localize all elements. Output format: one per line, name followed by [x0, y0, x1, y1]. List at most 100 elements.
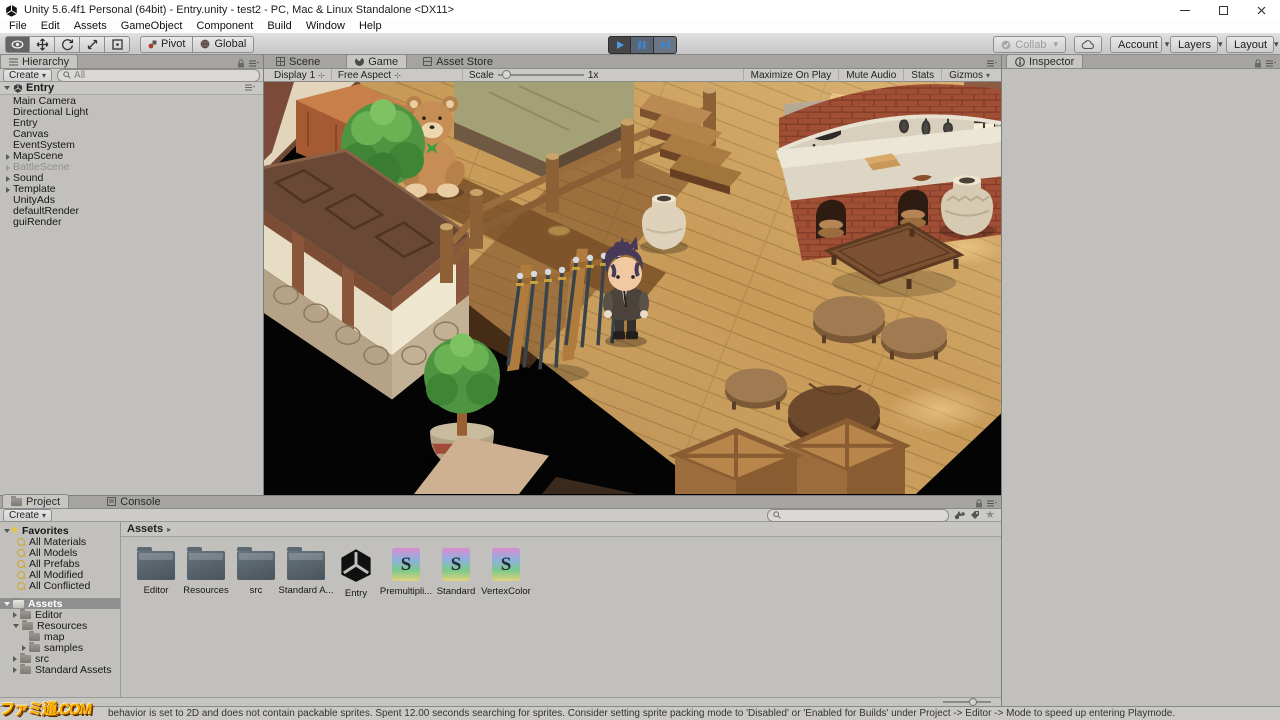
project-search-input[interactable]: [767, 508, 950, 522]
panel-menu-icon[interactable]: [987, 60, 997, 68]
play-button[interactable]: [608, 36, 631, 54]
tab-asset-store[interactable]: Asset Store: [415, 55, 501, 68]
cloud-button[interactable]: [1074, 36, 1102, 53]
status-bar[interactable]: behavior is set to 2D and does not conta…: [0, 706, 1280, 720]
project-assets-pane: Assets ▸ Editor Resources src Standard A...…: [121, 522, 1001, 697]
folder-icon: [237, 547, 275, 580]
expand-arrow-icon: [6, 186, 10, 193]
search-by-label-icon[interactable]: [970, 510, 980, 520]
game-scene: [264, 82, 1001, 495]
tab-hierarchy[interactable]: Hierarchy: [0, 54, 79, 68]
tab-console[interactable]: Console: [99, 495, 168, 508]
project-tree-item[interactable]: Standard Assets: [0, 663, 120, 676]
favorites-root[interactable]: ★ Favorites: [0, 525, 120, 537]
asset-item[interactable]: src: [231, 545, 281, 599]
slider-knob[interactable]: [969, 698, 977, 706]
layers-dropdown[interactable]: Layers: [1170, 36, 1218, 53]
project-tab-icon: [11, 495, 22, 506]
pivot-toggle[interactable]: Pivot: [140, 35, 194, 53]
scene-name: Entry: [26, 82, 55, 94]
rotate-tool-button[interactable]: [55, 35, 80, 53]
collab-dropdown[interactable]: Collab: [993, 36, 1066, 53]
menu-item[interactable]: Edit: [34, 20, 67, 33]
assets-root[interactable]: Assets: [0, 597, 120, 610]
mute-audio-toggle[interactable]: Mute Audio: [838, 68, 903, 82]
hand-tool-button[interactable]: [5, 35, 30, 53]
watermark-logo: ファミ通.COM: [0, 701, 92, 718]
thumbnail-size-slider[interactable]: [943, 698, 991, 706]
panel-menu-icon[interactable]: [987, 500, 997, 508]
pause-button[interactable]: [631, 36, 654, 54]
project-tree-item[interactable]: Editor: [0, 608, 120, 621]
folder-icon: [29, 630, 40, 641]
asset-item[interactable]: Resources: [181, 545, 231, 599]
display-dropdown[interactable]: Display 1: [268, 68, 332, 82]
asset-item[interactable]: Standard A...: [279, 545, 333, 599]
asset-item[interactable]: S Premultipli...: [380, 545, 432, 599]
scene-header[interactable]: Entry: [0, 82, 263, 95]
favorite-item[interactable]: All Materials: [0, 536, 120, 548]
scale-slider-knob[interactable]: [501, 70, 511, 79]
tab-project[interactable]: Project: [2, 494, 70, 508]
hierarchy-create-button[interactable]: Create: [3, 68, 53, 82]
menu-item[interactable]: Assets: [67, 20, 114, 33]
search-by-type-icon[interactable]: [954, 510, 965, 520]
expand-arrow-icon: [6, 164, 10, 171]
asset-item[interactable]: Editor: [131, 545, 181, 599]
account-dropdown[interactable]: Account: [1110, 36, 1162, 53]
favorites-filter-icon[interactable]: ★: [985, 510, 995, 521]
expand-arrow-icon: [4, 601, 10, 606]
asset-item[interactable]: S Standard: [431, 545, 481, 599]
scene-menu-icon[interactable]: [245, 84, 255, 92]
maximize-button[interactable]: [1204, 0, 1242, 20]
favorite-item[interactable]: All Models: [0, 547, 120, 559]
aspect-dropdown[interactable]: Free Aspect: [332, 68, 463, 82]
scale-tool-button[interactable]: [80, 35, 105, 53]
globe-icon: [201, 39, 210, 49]
gizmos-dropdown[interactable]: Gizmos ▾: [941, 68, 997, 82]
folder-icon: [187, 547, 225, 580]
menu-item[interactable]: Window: [299, 20, 352, 33]
lock-icon[interactable]: [975, 499, 983, 508]
project-create-button[interactable]: Create: [3, 508, 53, 522]
scale-slider[interactable]: [497, 70, 584, 79]
minimize-button[interactable]: [1166, 0, 1204, 20]
menu-item[interactable]: Help: [352, 20, 389, 33]
layout-dropdown[interactable]: Layout: [1226, 36, 1274, 53]
panel-menu-icon[interactable]: [249, 60, 259, 68]
tab-game[interactable]: Game: [346, 54, 408, 68]
hierarchy-item[interactable]: guiRender: [0, 217, 263, 228]
viewport-panel: Scene Game Asset Store Display 1 Free As…: [264, 54, 1001, 495]
tab-scene[interactable]: Scene: [268, 55, 328, 68]
favorite-item[interactable]: All Conflicted: [0, 580, 120, 592]
menu-item[interactable]: Build: [260, 20, 298, 33]
lock-icon[interactable]: [1254, 59, 1262, 68]
close-button[interactable]: [1242, 0, 1280, 20]
step-button[interactable]: [654, 36, 677, 54]
menu-item[interactable]: File: [2, 20, 34, 33]
asset-item[interactable]: S VertexColor: [481, 545, 531, 599]
asset-item[interactable]: Entry: [331, 545, 381, 599]
tab-inspector[interactable]: Inspector: [1006, 54, 1084, 68]
game-view[interactable]: [264, 82, 1001, 495]
maximize-on-play-toggle[interactable]: Maximize On Play: [742, 68, 839, 82]
project-tree-item[interactable]: Resources: [0, 619, 120, 632]
favorite-item[interactable]: All Prefabs: [0, 558, 120, 570]
move-tool-button[interactable]: [30, 35, 55, 53]
hierarchy-search-input[interactable]: All: [57, 68, 260, 82]
rect-tool-button[interactable]: [105, 35, 130, 53]
favorite-item[interactable]: All Modified: [0, 569, 120, 581]
inspector-icon: [1015, 56, 1025, 67]
project-tree-item[interactable]: map: [0, 630, 120, 643]
lock-icon[interactable]: [237, 59, 245, 68]
project-tree-item[interactable]: samples: [0, 641, 120, 654]
hierarchy-item[interactable]: Directional Light: [0, 107, 263, 118]
stats-toggle[interactable]: Stats: [903, 68, 941, 82]
project-tree-item[interactable]: src: [0, 652, 120, 665]
panel-menu-icon[interactable]: [1266, 60, 1276, 68]
transform-tools: [5, 35, 130, 53]
menu-item[interactable]: GameObject: [114, 20, 190, 33]
shader-icon: S: [392, 548, 420, 581]
menu-item[interactable]: Component: [189, 20, 260, 33]
global-toggle[interactable]: Global: [193, 35, 255, 53]
